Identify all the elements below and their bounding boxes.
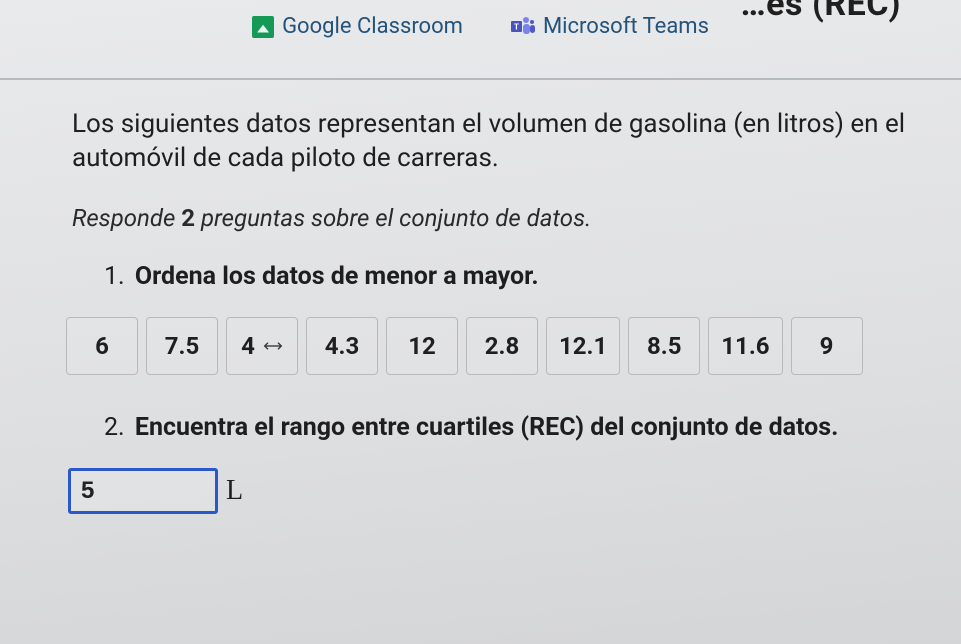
microsoft-teams-icon: T xyxy=(511,16,535,38)
data-tile[interactable]: 8.5 xyxy=(628,317,700,375)
question-2-heading: 2. Encuentra el rango entre cuartiles (R… xyxy=(104,413,921,442)
svg-text:T: T xyxy=(514,22,519,31)
rec-answer-input[interactable] xyxy=(68,468,218,514)
answer-row: L xyxy=(68,468,921,514)
share-row: Google Classroom T Microsoft Teams xyxy=(0,14,961,39)
question-2-text: Encuentra el rango entre cuartiles (REC)… xyxy=(135,413,839,442)
data-tile[interactable]: 7.5 xyxy=(146,317,218,375)
question-1-heading: 1. Ordena los datos de menor a mayor. xyxy=(104,262,921,291)
sortable-tiles[interactable]: 6 7.5 4 4.3 12 2.8 12.1 8.5 11.6 9 xyxy=(66,317,921,375)
data-tile[interactable]: 12 xyxy=(386,317,458,375)
tile-value: 4 xyxy=(241,332,255,360)
google-classroom-link[interactable]: Google Classroom xyxy=(252,14,463,39)
tile-value: 12 xyxy=(408,332,436,360)
google-classroom-label: Google Classroom xyxy=(282,14,463,39)
instruction-prefix: Responde xyxy=(72,204,181,232)
google-classroom-icon xyxy=(252,16,274,38)
tile-value: 12.1 xyxy=(559,332,607,360)
data-tile[interactable]: 9 xyxy=(791,317,863,375)
microsoft-teams-link[interactable]: T Microsoft Teams xyxy=(511,14,709,39)
tile-value: 9 xyxy=(820,332,834,360)
question-1-number: 1. xyxy=(104,262,125,291)
data-tile[interactable]: 11.6 xyxy=(708,317,782,375)
tile-value: 11.6 xyxy=(721,332,769,360)
tile-value: 2.8 xyxy=(485,332,520,360)
unit-label: L xyxy=(226,475,243,507)
microsoft-teams-label: Microsoft Teams xyxy=(543,14,709,39)
question-1-text: Ordena los datos de menor a mayor. xyxy=(135,262,539,291)
data-tile[interactable]: 2.8 xyxy=(466,317,538,375)
divider xyxy=(0,78,961,80)
data-tile[interactable]: 6 xyxy=(66,317,138,375)
data-tile[interactable]: 4 xyxy=(226,317,298,375)
data-tile[interactable]: 4.3 xyxy=(306,317,378,375)
instruction-suffix: preguntas sobre el conjunto de datos. xyxy=(195,204,591,232)
instruction: Responde 2 preguntas sobre el conjunto d… xyxy=(72,204,921,232)
problem-intro: Los siguientes datos representan el volu… xyxy=(72,108,921,176)
drag-handle-icon xyxy=(263,340,283,352)
question-2-number: 2. xyxy=(104,413,125,442)
tile-value: 8.5 xyxy=(647,332,682,360)
tile-value: 4.3 xyxy=(325,332,360,360)
tile-value: 7.5 xyxy=(165,332,200,360)
instruction-count: 2 xyxy=(181,204,195,232)
tile-value: 6 xyxy=(95,332,109,360)
data-tile[interactable]: 12.1 xyxy=(546,317,620,375)
